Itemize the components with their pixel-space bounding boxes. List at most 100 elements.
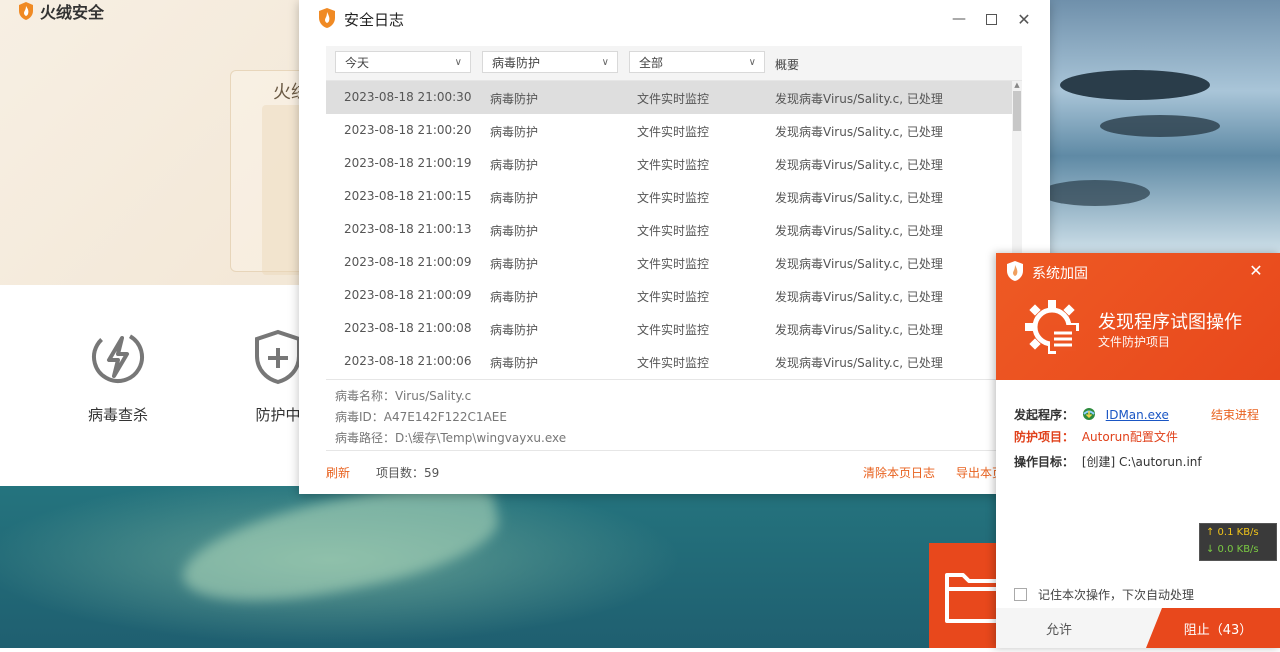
- folder-tile[interactable]: [929, 543, 1002, 648]
- log-time: 2023-08-18 21:00:08: [344, 321, 472, 335]
- operation-target-label: 操作目标：: [1014, 455, 1075, 469]
- log-time: 2023-08-18 21:00:06: [344, 354, 472, 368]
- date-filter-select[interactable]: 今天 ∨: [335, 51, 471, 73]
- summary-column-header: 概要: [775, 58, 800, 72]
- log-time: 2023-08-18 21:00:15: [344, 189, 472, 203]
- chevron-down-icon: ∨: [748, 57, 756, 68]
- type-filter-value: 全部: [639, 56, 664, 70]
- maximize-icon: [985, 13, 997, 25]
- log-list: 2023-08-18 21:00:30 病毒防护 文件实时监控 发现病毒Viru…: [326, 81, 1012, 378]
- log-time: 2023-08-18 21:00:09: [344, 255, 472, 269]
- close-icon: ✕: [1017, 9, 1031, 29]
- date-filter-value: 今天: [345, 56, 370, 70]
- log-source: 文件实时监控: [637, 323, 710, 337]
- log-summary: 发现病毒Virus/Sality.c, 已处理: [775, 224, 943, 238]
- log-summary: 发现病毒Virus/Sality.c, 已处理: [775, 257, 943, 271]
- upload-speed: ↑ 0.1 KB/s: [1206, 527, 1259, 538]
- log-time: 2023-08-18 21:00:13: [344, 222, 472, 236]
- block-label: 阻止（43）: [1183, 622, 1253, 638]
- log-source: 文件实时监控: [637, 125, 710, 139]
- wallpaper-island: [1100, 115, 1220, 137]
- log-source: 文件实时监控: [637, 158, 710, 172]
- allow-button[interactable]: 允许: [996, 608, 1162, 648]
- flame-shield-icon: [19, 2, 33, 20]
- initiator-field: 发起程序： IDMan.exe: [1014, 406, 1169, 423]
- log-category: 病毒防护: [490, 92, 539, 106]
- lightning-circle-icon: [92, 331, 144, 383]
- close-button[interactable]: ✕: [1009, 6, 1039, 32]
- log-source: 文件实时监控: [637, 356, 710, 370]
- scroll-thumb[interactable]: [1013, 91, 1021, 131]
- table-row[interactable]: 2023-08-18 21:00:15 病毒防护 文件实时监控 发现病毒Viru…: [326, 180, 1012, 213]
- wallpaper-island: [1040, 180, 1150, 206]
- table-row[interactable]: 2023-08-18 21:00:08 病毒防护 文件实时监控 发现病毒Viru…: [326, 312, 1012, 345]
- minimize-button[interactable]: —: [944, 6, 974, 32]
- protect-item-value: Autorun配置文件: [1081, 430, 1178, 444]
- initiator-program-link[interactable]: IDMan.exe: [1106, 408, 1169, 422]
- remember-checkbox[interactable]: [1014, 588, 1027, 601]
- end-process-link[interactable]: 结束进程: [1211, 406, 1259, 423]
- log-source: 文件实时监控: [637, 224, 710, 238]
- log-time: 2023-08-18 21:00:19: [344, 156, 472, 170]
- chevron-down-icon: ∨: [454, 57, 462, 68]
- log-time: 2023-08-18 21:00:09: [344, 288, 472, 302]
- log-summary: 发现病毒Virus/Sality.c, 已处理: [775, 125, 943, 139]
- category-filter-select[interactable]: 病毒防护 ∨: [482, 51, 618, 73]
- table-row[interactable]: 2023-08-18 21:00:19 病毒防护 文件实时监控 发现病毒Viru…: [326, 147, 1012, 180]
- log-summary: 发现病毒Virus/Sality.c, 已处理: [775, 323, 943, 337]
- refresh-link[interactable]: 刷新: [326, 464, 350, 481]
- log-filter-bar: 今天 ∨ 病毒防护 ∨ 全部 ∨ 概要: [326, 46, 1022, 81]
- table-row[interactable]: 2023-08-18 21:00:09 病毒防护 文件实时监控 发现病毒Viru…: [326, 279, 1012, 312]
- window-title: 安全日志: [344, 11, 405, 29]
- detail-virus-path: 病毒路径：D:\缓存\Temp\wingvayxu.exe: [335, 431, 567, 445]
- maximize-button[interactable]: [976, 6, 1006, 32]
- log-category: 病毒防护: [490, 158, 539, 172]
- operation-target-value: [创建] C:\autorun.inf: [1081, 455, 1202, 469]
- minimize-icon: —: [952, 11, 966, 27]
- security-log-window: 安全日志 — ✕ 今天 ∨ 病毒防护 ∨ 全部 ∨ 概要 2023-08-18 …: [299, 0, 1050, 494]
- log-category: 病毒防护: [490, 356, 539, 370]
- type-filter-select[interactable]: 全部 ∨: [629, 51, 765, 73]
- table-row[interactable]: 2023-08-18 21:00:30 病毒防护 文件实时监控 发现病毒Viru…: [326, 81, 1012, 114]
- table-row[interactable]: 2023-08-18 21:00:20 病毒防护 文件实时监控 发现病毒Viru…: [326, 114, 1012, 147]
- popup-header: 系统加固 ✕ 发现程序试图操作 文件防护项目: [996, 253, 1280, 380]
- category-filter-value: 病毒防护: [492, 56, 541, 70]
- allow-label: 允许: [1045, 622, 1072, 638]
- log-summary: 发现病毒Virus/Sality.c, 已处理: [775, 92, 943, 106]
- download-speed: ↓ 0.0 KB/s: [1206, 544, 1259, 555]
- clear-page-log-link[interactable]: 清除本页日志: [863, 464, 935, 481]
- log-detail-panel: 病毒名称：Virus/Sality.c 病毒ID：A47E142F122C1AE…: [326, 379, 1022, 451]
- folder-icon: [945, 573, 1002, 623]
- protect-item-label: 防护项目：: [1014, 430, 1075, 444]
- chevron-down-icon: ∨: [601, 57, 609, 68]
- log-source: 文件实时监控: [637, 191, 710, 205]
- log-source: 文件实时监控: [637, 257, 710, 271]
- remember-choice-row[interactable]: 记住本次操作，下次自动处理: [1014, 586, 1194, 603]
- popup-subline: 文件防护项目: [1098, 335, 1171, 349]
- detail-virus-name: 病毒名称：Virus/Sality.c: [335, 389, 472, 403]
- table-row[interactable]: 2023-08-18 21:00:09 病毒防护 文件实时监控 发现病毒Viru…: [326, 246, 1012, 279]
- log-category: 病毒防护: [490, 290, 539, 304]
- feature-virus-scan[interactable]: 病毒查杀: [58, 328, 178, 425]
- table-row[interactable]: 2023-08-18 21:00:13 病毒防护 文件实时监控 发现病毒Viru…: [326, 213, 1012, 246]
- flame-shield-icon: [1007, 261, 1023, 281]
- block-button[interactable]: 阻止（43）: [1146, 608, 1280, 648]
- system-hardening-popup: 系统加固 ✕ 发现程序试图操作 文件防护项目 发起程序： IDMan.exe 结…: [996, 253, 1280, 648]
- desktop-wallpaper-coast: [1040, 0, 1280, 260]
- window-titlebar[interactable]: 安全日志 — ✕: [299, 0, 1050, 38]
- network-speed-widget: ↑ 0.1 KB/s ↓ 0.0 KB/s: [1199, 523, 1277, 561]
- popup-close-button[interactable]: ✕: [1246, 261, 1266, 281]
- log-summary: 发现病毒Virus/Sality.c, 已处理: [775, 356, 943, 370]
- log-summary: 发现病毒Virus/Sality.c, 已处理: [775, 158, 943, 172]
- table-row[interactable]: 2023-08-18 21:00:06 病毒防护 文件实时监控 发现病毒Viru…: [326, 345, 1012, 378]
- log-category: 病毒防护: [490, 125, 539, 139]
- log-source: 文件实时监控: [637, 290, 710, 304]
- initiator-label: 发起程序：: [1014, 408, 1075, 422]
- feature-label: 病毒查杀: [87, 406, 148, 424]
- scroll-up-icon[interactable]: ▲: [1013, 81, 1021, 89]
- log-category: 病毒防护: [490, 323, 539, 337]
- gear-shield-icon: [1025, 300, 1079, 354]
- close-icon: ✕: [1249, 261, 1263, 280]
- app-logo: 火绒安全: [18, 0, 104, 22]
- remember-label: 记住本次操作，下次自动处理: [1038, 588, 1195, 602]
